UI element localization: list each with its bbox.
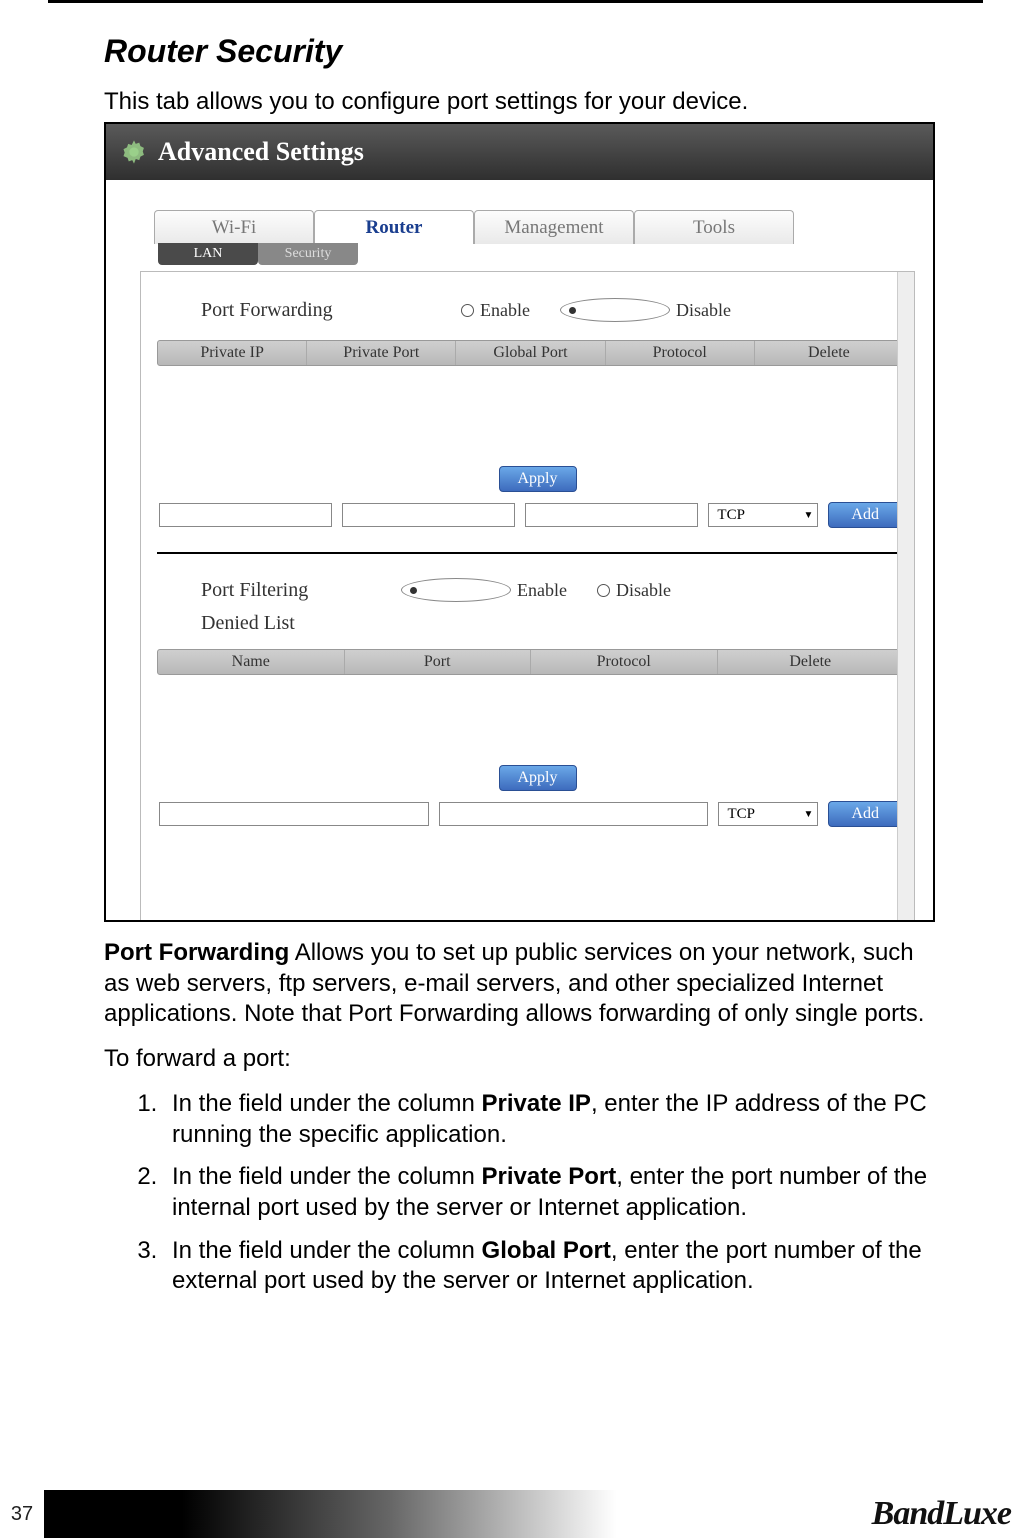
intro-text: This tab allows you to configure port se… bbox=[104, 88, 935, 116]
port-forwarding-paragraph: Port Forwarding Allows you to set up pub… bbox=[104, 938, 935, 1030]
step-2-bold: Private Port bbox=[482, 1163, 617, 1190]
pf-disable-label: Disable bbox=[676, 300, 731, 321]
pfl-enable-radio[interactable]: Enable bbox=[401, 578, 567, 602]
pf-private-ip-input[interactable] bbox=[159, 503, 332, 527]
radio-icon bbox=[401, 578, 511, 602]
page-number: 37 bbox=[0, 1503, 44, 1526]
step-1-pre: In the field under the column bbox=[172, 1090, 482, 1117]
col-protocol: Protocol bbox=[606, 341, 755, 365]
pfl-port-input[interactable] bbox=[439, 802, 709, 826]
port-forwarding-label: Port Forwarding bbox=[201, 299, 461, 322]
window-title: Advanced Settings bbox=[158, 137, 364, 167]
step-3-bold: Global Port bbox=[482, 1237, 611, 1264]
step-1: In the field under the column Private IP… bbox=[164, 1089, 935, 1150]
router-ui-screenshot: Advanced Settings Wi-Fi Router Managemen… bbox=[104, 122, 935, 922]
pfl-protocol-select[interactable]: TCP ▼ bbox=[718, 802, 818, 826]
col-private-ip: Private IP bbox=[158, 341, 307, 365]
chevron-down-icon: ▼ bbox=[804, 809, 814, 820]
step-2: In the field under the column Private Po… bbox=[164, 1162, 935, 1223]
col-delete: Delete bbox=[755, 341, 903, 365]
pfl-table-header: Name Port Protocol Delete bbox=[157, 649, 904, 675]
radio-icon bbox=[597, 584, 610, 597]
step-3: In the field under the column Global Por… bbox=[164, 1236, 935, 1297]
pfl-apply-button[interactable]: Apply bbox=[499, 765, 577, 791]
pf-heading: Port Forwarding bbox=[104, 939, 289, 966]
pf-protocol-value: TCP bbox=[717, 507, 745, 524]
pf-apply-button[interactable]: Apply bbox=[499, 466, 577, 492]
step-2-pre: In the field under the column bbox=[172, 1163, 482, 1190]
section-title: Router Security bbox=[104, 33, 935, 70]
brand-logo: BandLuxe bbox=[872, 1495, 1011, 1533]
pfl-add-button[interactable]: Add bbox=[828, 801, 902, 827]
pf-table-header: Private IP Private Port Global Port Prot… bbox=[157, 340, 904, 366]
step-1-bold: Private IP bbox=[482, 1090, 591, 1117]
col-name: Name bbox=[158, 650, 345, 674]
sub-tabs: LAN Security bbox=[158, 243, 923, 265]
pfl-enable-label: Enable bbox=[517, 580, 567, 601]
col-private-port: Private Port bbox=[307, 341, 456, 365]
page-footer: 37 BandLuxe bbox=[0, 1490, 1031, 1538]
main-tabs: Wi-Fi Router Management Tools bbox=[154, 210, 923, 244]
col-delete2: Delete bbox=[718, 650, 904, 674]
pfl-protocol-value: TCP bbox=[727, 806, 755, 823]
col-protocol2: Protocol bbox=[531, 650, 718, 674]
step-3-pre: In the field under the column bbox=[172, 1237, 482, 1264]
subtab-security[interactable]: Security bbox=[258, 243, 358, 265]
gear-icon bbox=[120, 138, 148, 166]
pfl-name-input[interactable] bbox=[159, 802, 429, 826]
to-forward-label: To forward a port: bbox=[104, 1044, 935, 1075]
col-port: Port bbox=[345, 650, 532, 674]
settings-panel: Port Forwarding Enable Disable Private I… bbox=[140, 271, 915, 922]
tab-management[interactable]: Management bbox=[474, 210, 634, 244]
pf-global-port-input[interactable] bbox=[525, 503, 698, 527]
pfl-disable-radio[interactable]: Disable bbox=[597, 578, 671, 602]
pf-add-button[interactable]: Add bbox=[828, 502, 902, 528]
radio-icon bbox=[461, 304, 474, 317]
pf-private-port-input[interactable] bbox=[342, 503, 515, 527]
pf-protocol-select[interactable]: TCP ▼ bbox=[708, 503, 818, 527]
col-global-port: Global Port bbox=[456, 341, 605, 365]
radio-icon bbox=[560, 298, 670, 322]
pfl-disable-label: Disable bbox=[616, 580, 671, 601]
tab-router[interactable]: Router bbox=[314, 210, 474, 244]
window-titlebar: Advanced Settings bbox=[106, 124, 933, 180]
tab-wifi[interactable]: Wi-Fi bbox=[154, 210, 314, 244]
pf-enable-radio[interactable]: Enable bbox=[461, 298, 530, 322]
pf-disable-radio[interactable]: Disable bbox=[560, 298, 731, 322]
pf-enable-label: Enable bbox=[480, 300, 530, 321]
tab-tools[interactable]: Tools bbox=[634, 210, 794, 244]
subtab-lan[interactable]: LAN bbox=[158, 243, 258, 265]
chevron-down-icon: ▼ bbox=[804, 510, 814, 521]
port-filtering-label: Port Filtering bbox=[201, 579, 401, 602]
denied-list-label: Denied List bbox=[201, 612, 874, 635]
